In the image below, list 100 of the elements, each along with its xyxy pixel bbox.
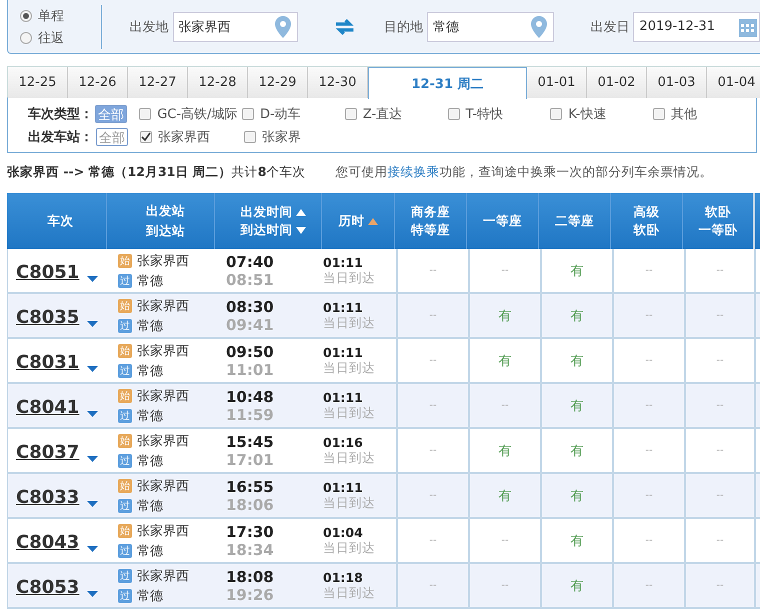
seat-availability: -- <box>716 580 724 591</box>
seat-availability: 有 <box>498 308 512 324</box>
station-name: 常德 <box>137 452 163 470</box>
checkbox-label: T-特快 <box>466 106 504 122</box>
seat-availability: 有 <box>498 352 512 370</box>
seat-availability: -- <box>501 400 509 411</box>
station-badge: 始 <box>118 254 132 268</box>
seat-availability: -- <box>716 535 724 546</box>
train-number-link[interactable]: C8031 <box>16 352 80 372</box>
to-station-field[interactable]: 常德 <box>426 12 554 42</box>
date-tab[interactable]: 01-02 <box>587 67 647 98</box>
caret-down-icon[interactable] <box>87 366 98 372</box>
date-tab[interactable]: 12-30 <box>308 67 368 98</box>
sort-up-icon[interactable] <box>296 208 306 216</box>
caret-down-icon[interactable] <box>87 410 98 416</box>
duration: 01:11 <box>323 300 363 314</box>
column-header: 二等座 <box>555 212 594 230</box>
station-badge: 过 <box>118 408 132 422</box>
departure-time: 17:30 <box>226 522 274 540</box>
checkbox[interactable] <box>448 108 460 120</box>
duration: 01:16 <box>323 434 363 450</box>
checkbox[interactable] <box>242 108 254 120</box>
date-field[interactable]: 2019-12-31 <box>633 12 760 42</box>
duration: 01:04 <box>323 524 363 540</box>
checkbox[interactable] <box>550 108 562 120</box>
departure-time: 08:30 <box>226 298 274 316</box>
checkbox[interactable] <box>140 130 152 142</box>
date-tab[interactable]: 12-27 <box>128 67 188 98</box>
station-badge: 始 <box>118 388 132 402</box>
arrival-time: 11:01 <box>226 360 274 378</box>
transfer-link[interactable]: 接续换乘 <box>387 164 440 178</box>
caret-down-icon[interactable] <box>87 546 98 552</box>
checkbox-label: D-动车 <box>260 106 301 122</box>
train-number-link[interactable]: C8043 <box>16 532 80 552</box>
train-number-link[interactable]: C8053 <box>16 576 80 598</box>
swap-icon[interactable] <box>334 18 356 36</box>
arrival-day: 当日到达 <box>323 314 375 332</box>
column-header: 出发时间 <box>240 203 292 221</box>
date-tab[interactable]: 12-29 <box>248 67 308 98</box>
caret-down-icon[interactable] <box>87 320 98 326</box>
seat-availability: -- <box>645 580 653 591</box>
date-tab[interactable]: 01-04 <box>707 67 760 98</box>
from-station-field[interactable]: 张家界西 <box>172 12 298 42</box>
arrival-time: 09:41 <box>226 316 274 334</box>
date-tab[interactable]: 12-31 周二 <box>368 67 527 99</box>
train-number-link[interactable]: C8035 <box>16 306 80 328</box>
column-header: 出发站 <box>146 202 185 220</box>
station-name: 常德 <box>137 362 163 380</box>
caret-down-icon[interactable] <box>87 590 98 596</box>
checkbox-label: K-快速 <box>568 106 606 122</box>
sort-down-icon[interactable] <box>296 226 306 234</box>
station-badge: 过 <box>118 274 132 288</box>
location-pin-icon <box>275 16 292 38</box>
seat-availability: -- <box>645 355 653 366</box>
train-number-link[interactable]: C8037 <box>16 442 80 462</box>
station-name: 常德 <box>137 588 163 604</box>
seat-availability: 有 <box>570 578 584 594</box>
train-number-link[interactable]: C8033 <box>16 486 80 508</box>
trip-type-radio[interactable]: 往返 <box>20 28 101 46</box>
date-tab[interactable]: 01-03 <box>647 67 707 98</box>
arrival-day: 当日到达 <box>323 540 375 556</box>
seat-availability: -- <box>716 265 724 276</box>
trip-type-radio[interactable]: 单程 <box>20 6 101 24</box>
arrival-day: 当日到达 <box>323 270 375 286</box>
seat-availability: 有 <box>570 488 584 504</box>
checkbox-label: 其他 <box>671 106 698 122</box>
caret-down-icon[interactable] <box>87 500 98 506</box>
departure-time: 10:48 <box>226 388 274 406</box>
caret-down-icon[interactable] <box>87 456 98 462</box>
checkbox[interactable] <box>244 130 256 142</box>
checkbox[interactable] <box>344 108 357 120</box>
duration: 01:11 <box>323 344 363 360</box>
column-header: 一等座 <box>483 212 522 230</box>
station-name: 张家界西 <box>137 432 189 450</box>
arrival-day: 当日到达 <box>323 584 375 602</box>
checkbox-label: 张家界 <box>262 128 301 146</box>
seat-availability: -- <box>716 310 724 321</box>
date-tab[interactable]: 12-26 <box>68 67 128 98</box>
station-badge: 始 <box>118 524 132 538</box>
date-tab[interactable]: 01-01 <box>527 67 587 98</box>
date-tab[interactable]: 12-28 <box>188 67 248 98</box>
date-tab[interactable]: 12-25 <box>8 67 68 98</box>
station-name: 张家界西 <box>137 342 189 360</box>
seat-availability: -- <box>501 580 509 591</box>
seat-availability: -- <box>429 355 437 366</box>
arrival-time: 19:26 <box>226 586 274 604</box>
checkbox-label: 张家界西 <box>158 128 210 146</box>
seat-availability: -- <box>501 535 509 546</box>
train-number-link[interactable]: C8051 <box>16 262 80 282</box>
checkbox-label: GC-高铁/城际 <box>157 106 238 122</box>
column-header: 软卧 <box>705 203 731 221</box>
departure-time: 15:45 <box>226 432 274 450</box>
filter-label: 车次类型： <box>28 106 94 122</box>
train-number-link[interactable]: C8041 <box>16 396 80 418</box>
station-badge: 始 <box>118 478 132 492</box>
departure-time: 18:08 <box>226 568 274 586</box>
caret-down-icon[interactable] <box>87 276 98 282</box>
checkbox[interactable] <box>139 108 152 120</box>
seat-availability: 有 <box>570 398 584 414</box>
checkbox[interactable] <box>653 108 666 120</box>
